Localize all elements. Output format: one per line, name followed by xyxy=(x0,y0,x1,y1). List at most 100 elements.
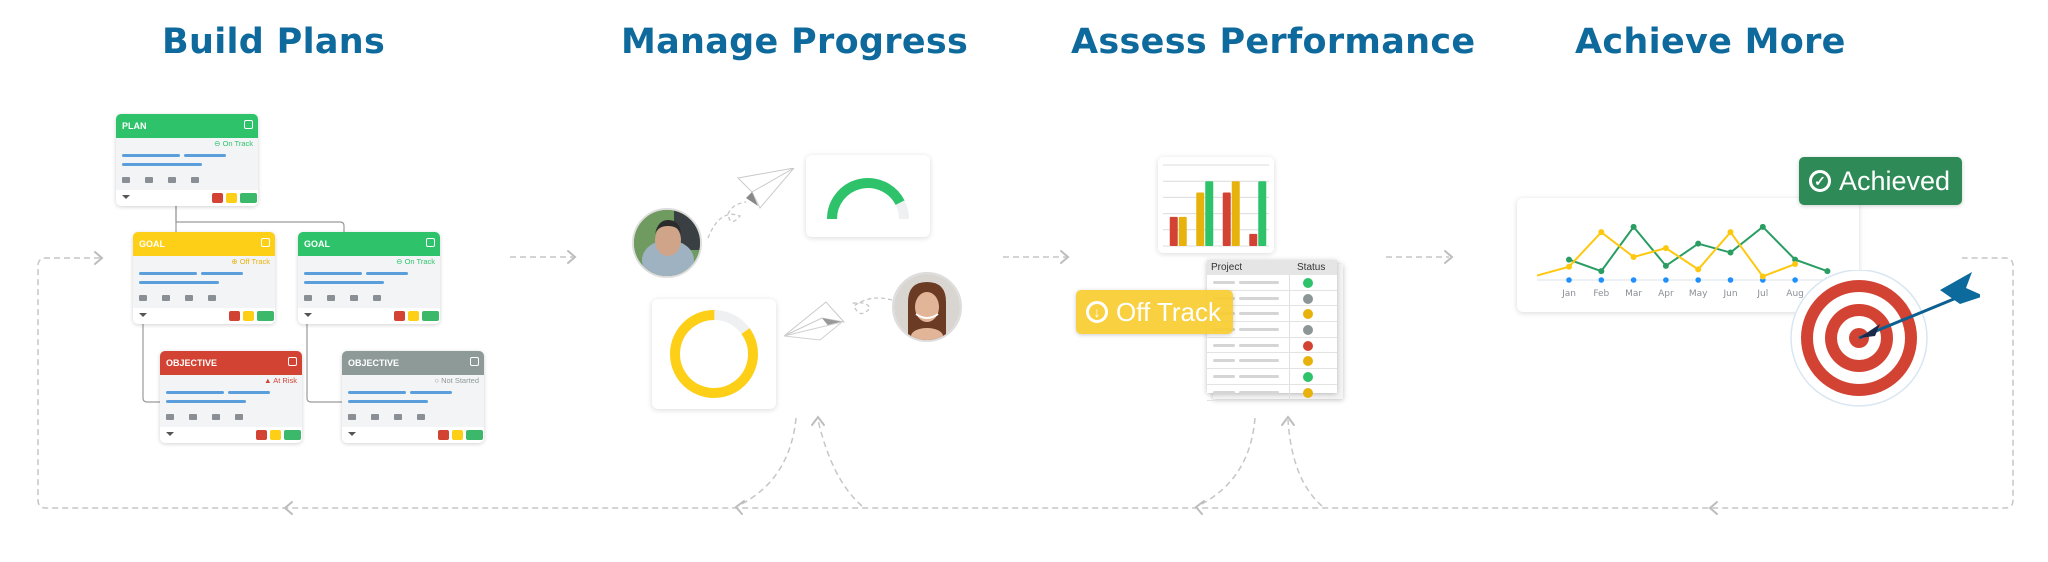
data-point-yellow xyxy=(1598,229,1605,236)
card-status-label: Not Started xyxy=(441,376,479,385)
bar-red xyxy=(1249,233,1258,246)
comments-icon[interactable] xyxy=(208,295,216,301)
x-tick-label: Mar xyxy=(1625,289,1642,299)
list-icon[interactable] xyxy=(166,414,174,420)
status-yellow-button[interactable] xyxy=(452,430,463,440)
card-icons xyxy=(122,177,199,183)
bar-chart xyxy=(1163,164,1269,247)
feedback-curve-2-down xyxy=(1197,417,1256,507)
list-icon[interactable] xyxy=(139,295,147,301)
users-icon[interactable] xyxy=(185,295,193,301)
donut-chart xyxy=(670,310,758,398)
text-placeholder-line xyxy=(166,400,246,403)
target-icon xyxy=(1790,270,1980,407)
data-point-yellow xyxy=(1662,245,1669,252)
status-yellow-button[interactable] xyxy=(243,311,254,321)
status-green-button[interactable] xyxy=(284,430,301,440)
comments-icon[interactable] xyxy=(235,414,243,420)
edit-icon[interactable] xyxy=(426,238,435,247)
empty-circle-icon: ○ xyxy=(434,376,439,385)
caret-down-icon[interactable] xyxy=(139,313,147,317)
table-row[interactable] xyxy=(1207,275,1337,291)
status-yellow-button[interactable] xyxy=(408,311,419,321)
edit-icon[interactable] xyxy=(288,357,297,366)
status-dot-yellow xyxy=(1303,309,1313,320)
plan-card-plan[interactable]: PLAN ⊖ On Track xyxy=(116,114,258,206)
card-footer xyxy=(133,308,275,324)
list-icon[interactable] xyxy=(122,177,130,183)
card-status-label: At Risk xyxy=(273,376,297,385)
list-icon[interactable] xyxy=(348,414,356,420)
status-green-button[interactable] xyxy=(257,311,274,321)
warning-triangle-icon: ▲ xyxy=(264,376,272,385)
calendar-icon[interactable] xyxy=(189,414,197,420)
table-row[interactable] xyxy=(1207,337,1337,354)
table-row[interactable] xyxy=(1207,369,1337,385)
comments-icon[interactable] xyxy=(417,414,425,420)
status-red-button[interactable] xyxy=(256,430,267,440)
status-yellow-button[interactable] xyxy=(226,193,237,203)
status-red-button[interactable] xyxy=(212,193,223,203)
data-point-green xyxy=(1598,268,1605,275)
text-placeholder-line xyxy=(304,272,362,275)
comments-icon[interactable] xyxy=(373,295,381,301)
users-icon[interactable] xyxy=(168,177,176,183)
calendar-icon[interactable] xyxy=(162,295,170,301)
card-status-label: Off Track xyxy=(239,257,270,266)
card-status: ○ Not Started xyxy=(342,375,484,386)
person-woman-icon xyxy=(894,274,960,340)
status-dot-gray xyxy=(1303,325,1313,336)
text-placeholder-line xyxy=(1239,343,1279,347)
text-placeholder-line xyxy=(1213,359,1235,363)
bar-yellow xyxy=(1231,181,1240,246)
calendar-icon[interactable] xyxy=(327,295,335,301)
list-icon[interactable] xyxy=(304,295,312,301)
text-placeholder-line xyxy=(348,391,406,394)
status-yellow-button[interactable] xyxy=(270,430,281,440)
card-footer xyxy=(160,427,302,443)
gauge-fill xyxy=(827,178,905,220)
card-icons xyxy=(166,414,243,420)
calendar-icon[interactable] xyxy=(371,414,379,420)
data-point-yellow xyxy=(1727,229,1734,236)
achieved-badge-label: Achieved xyxy=(1839,166,1951,196)
plan-card-goal[interactable]: GOAL ⊖ On Track xyxy=(298,232,440,324)
data-point-yellow xyxy=(1630,253,1637,260)
users-icon[interactable] xyxy=(350,295,358,301)
caret-down-icon[interactable] xyxy=(304,313,312,317)
column-divider xyxy=(1289,384,1290,400)
plan-card-objective[interactable]: OBJECTIVE ○ Not Started xyxy=(342,351,484,443)
status-red-button[interactable] xyxy=(229,311,240,321)
status-green-button[interactable] xyxy=(466,430,483,440)
text-placeholder-line xyxy=(166,391,224,394)
comments-icon[interactable] xyxy=(191,177,199,183)
users-icon[interactable] xyxy=(394,414,402,420)
check-circle-icon: ✓ xyxy=(1809,170,1831,192)
calendar-icon[interactable] xyxy=(145,177,153,183)
text-placeholder-line xyxy=(1239,281,1279,284)
caret-down-icon[interactable] xyxy=(166,432,174,436)
table-row[interactable] xyxy=(1207,384,1337,401)
users-icon[interactable] xyxy=(212,414,220,420)
caret-down-icon[interactable] xyxy=(348,432,356,436)
column-divider xyxy=(1289,290,1290,306)
status-red-button[interactable] xyxy=(438,430,449,440)
card-footer xyxy=(342,427,484,443)
table-row[interactable] xyxy=(1207,353,1337,370)
text-placeholder-line xyxy=(1239,390,1279,394)
caret-down-icon[interactable] xyxy=(122,195,130,199)
edit-icon[interactable] xyxy=(244,120,253,129)
status-green-button[interactable] xyxy=(422,311,439,321)
axis-point xyxy=(1663,277,1669,283)
bar-yellow xyxy=(1196,192,1205,246)
edit-icon[interactable] xyxy=(470,357,479,366)
text-placeholder-line xyxy=(366,272,408,275)
edit-icon[interactable] xyxy=(261,238,270,247)
plan-card-objective[interactable]: OBJECTIVE ▲ At Risk xyxy=(160,351,302,443)
text-placeholder-line xyxy=(122,154,180,157)
status-red-button[interactable] xyxy=(394,311,405,321)
axis-point xyxy=(1727,277,1734,283)
plan-card-goal[interactable]: GOAL ⊕ Off Track xyxy=(133,232,275,324)
status-green-button[interactable] xyxy=(240,193,257,203)
feedback-curve-1-down xyxy=(737,417,797,507)
